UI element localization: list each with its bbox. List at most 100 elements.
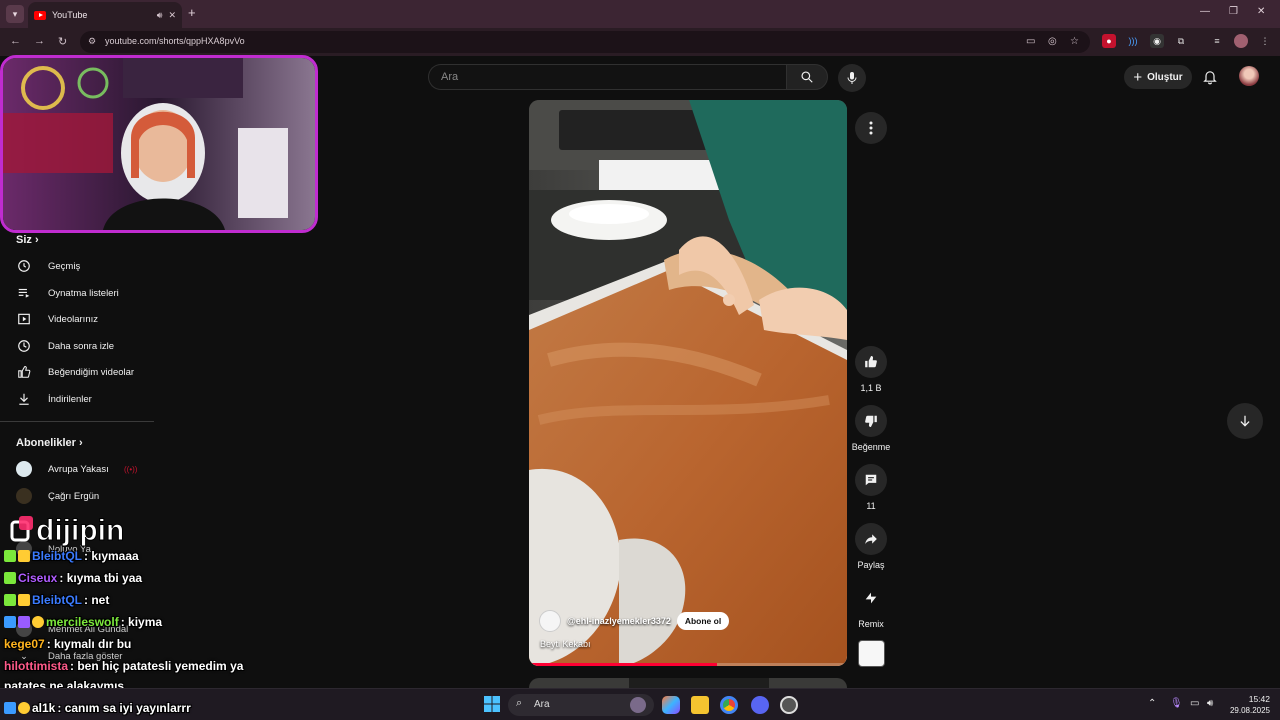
video-progress-fill (529, 663, 717, 666)
extensions-puzzle-icon[interactable]: ⧉ (1174, 34, 1188, 48)
clock-time[interactable]: 15:42 (1226, 694, 1270, 704)
chat-badge-icon (4, 594, 16, 606)
voice-search-button[interactable] (838, 64, 866, 92)
subscription-item[interactable]: Çağrı Ergün (0, 483, 154, 509)
search-input[interactable]: Ara (428, 64, 786, 90)
minimize-window-button[interactable]: — (1200, 6, 1210, 17)
eye-off-icon[interactable]: ◎ (1048, 36, 1057, 47)
discord-app-icon[interactable] (751, 696, 769, 714)
sidebar-item-label: Oynatma listeleri (48, 287, 119, 299)
sound-thumbnail[interactable] (858, 640, 885, 667)
chat-badge-icon (18, 550, 30, 562)
comments-action[interactable]: 11 (851, 464, 891, 511)
app-tray-icon[interactable] (780, 696, 798, 714)
sidebar-item-history[interactable]: Geçmiş (0, 253, 154, 279)
chat-badge-icon (18, 702, 30, 714)
microphone-tray-icon[interactable]: 🎙︎ (1170, 698, 1183, 709)
start-button[interactable] (484, 696, 502, 714)
shorts-video-player[interactable]: @ehl-inazlyemekler3372 Abone ol Beyti Ke… (529, 100, 847, 666)
taskbar-search[interactable]: ⌕ Ara (508, 694, 654, 716)
volume-icon[interactable]: 🔊︎ (1207, 698, 1213, 709)
close-window-button[interactable]: ✕ (1257, 6, 1265, 17)
share-label: Paylaş (857, 560, 885, 570)
notifications-button[interactable] (1202, 68, 1218, 90)
bookmark-star-icon[interactable]: ☆ (1070, 36, 1079, 47)
reload-button[interactable]: ↻ (58, 35, 67, 48)
more-actions-button[interactable] (855, 112, 887, 144)
site-info-icon[interactable]: ⚙ (88, 36, 100, 48)
sidebar-divider (0, 421, 154, 422)
reading-list-icon[interactable]: ≡ (1210, 34, 1224, 48)
windows-taskbar: ⌕ Ara ⌃ 🎙︎ ▭ 🔊︎ 15:42 29.08.2025 (0, 688, 1280, 720)
chat-badge-icon (4, 616, 16, 628)
tab-search-button[interactable]: ▾ (6, 5, 24, 23)
next-short-preview[interactable] (529, 678, 847, 688)
url-text[interactable]: youtube.com/shorts/qppHXA8pvVo (105, 36, 245, 46)
copilot-app-icon[interactable] (662, 696, 680, 714)
comments-button[interactable] (855, 464, 887, 496)
address-bar[interactable]: ⚙ youtube.com/shorts/qppHXA8pvVo ▭ ◎ ☆ (80, 31, 1090, 53)
subscriptions-heading[interactable]: Abonelikler › (16, 437, 83, 449)
sidebar-item-playlists[interactable]: Oynatma listeleri (0, 280, 154, 306)
subscription-item[interactable]: Avrupa Yakası ((•)) (0, 456, 154, 482)
share-arrow-icon (865, 534, 877, 545)
dislike-button[interactable] (855, 405, 887, 437)
extension-red-icon[interactable]: ● (1102, 34, 1116, 48)
sidebar-item-your-videos[interactable]: Videolarınız (0, 306, 154, 332)
close-tab-icon[interactable]: ✕ (168, 10, 176, 21)
tab-title: YouTube (52, 10, 88, 20)
profile-avatar[interactable] (1234, 34, 1248, 48)
your-videos-icon (16, 311, 32, 327)
dislike-label: Beğenme (851, 442, 891, 452)
browser-menu-icon[interactable]: ⋮ (1258, 34, 1272, 48)
remix-action[interactable]: Remix (851, 582, 891, 629)
account-avatar[interactable] (1239, 66, 1259, 86)
forward-button[interactable]: → (34, 35, 45, 47)
next-short-thumbnail (529, 678, 847, 688)
create-button[interactable]: + Oluştur (1124, 65, 1192, 89)
sidebar-item-downloads[interactable]: İndirilenler (0, 386, 154, 412)
install-app-icon[interactable]: ▭ (1026, 36, 1035, 47)
chat-username: kege07 (4, 637, 45, 651)
new-tab-button[interactable]: + (188, 5, 196, 20)
channel-row: @ehl-inazlyemekler3372 Abone ol (539, 610, 730, 632)
chat-text: : kıymalı dır bu (46, 637, 132, 651)
tab-youtube[interactable]: YouTube 🔊︎ ✕ (28, 2, 182, 28)
next-video-button[interactable] (1227, 403, 1263, 439)
extension-bot-icon[interactable]: ◉ (1150, 34, 1164, 48)
chat-text: : kıymaaa (84, 549, 139, 563)
back-button[interactable]: ← (10, 35, 21, 47)
playlists-icon (16, 285, 32, 301)
speaker-icon[interactable]: 🔊︎ (157, 10, 163, 21)
share-button[interactable] (855, 523, 887, 555)
clock-date[interactable]: 29.08.2025 (1220, 706, 1270, 715)
search-placeholder: Ara (441, 71, 459, 83)
show-hidden-icons-icon[interactable]: ⌃ (1148, 698, 1156, 709)
you-section-heading[interactable]: Siz › (16, 234, 39, 246)
sidebar-item-watch-later[interactable]: Daha sonra izle (0, 333, 154, 359)
sidebar-item-liked-videos[interactable]: Beğendiğim videolar (0, 359, 154, 385)
video-title[interactable]: Beyti Kekabı (540, 639, 591, 649)
share-action[interactable]: Paylaş (851, 523, 891, 570)
remix-icon (865, 592, 877, 604)
video-progress-bar[interactable] (529, 663, 847, 666)
search-button[interactable] (786, 64, 828, 90)
dislike-action[interactable]: Beğenme (851, 405, 891, 452)
chat-message: hilottimista : ben hiç patatesli yemedim… (4, 659, 243, 673)
network-icon[interactable]: ▭ (1190, 698, 1199, 709)
subscribe-button[interactable]: Abone ol (676, 612, 730, 630)
channel-avatar[interactable] (539, 610, 561, 632)
taskbar-search-text: Ara (534, 699, 550, 710)
restore-window-button[interactable]: ❐ (1229, 6, 1238, 17)
like-button[interactable] (855, 346, 887, 378)
channel-name[interactable]: @ehl-inazlyemekler3372 (567, 616, 671, 626)
extension-audio-icon[interactable]: ))) (1126, 34, 1140, 48)
chat-username: Ciseux (18, 571, 58, 585)
file-explorer-icon[interactable] (691, 696, 709, 714)
chat-text: : kıyma tbi yaa (59, 571, 143, 585)
remix-button[interactable] (855, 582, 887, 614)
chat-badge-icon (4, 702, 16, 714)
like-action[interactable]: 1,1 B (851, 346, 891, 393)
chrome-app-icon[interactable] (720, 696, 738, 714)
chat-username: hilottimista (4, 659, 69, 673)
